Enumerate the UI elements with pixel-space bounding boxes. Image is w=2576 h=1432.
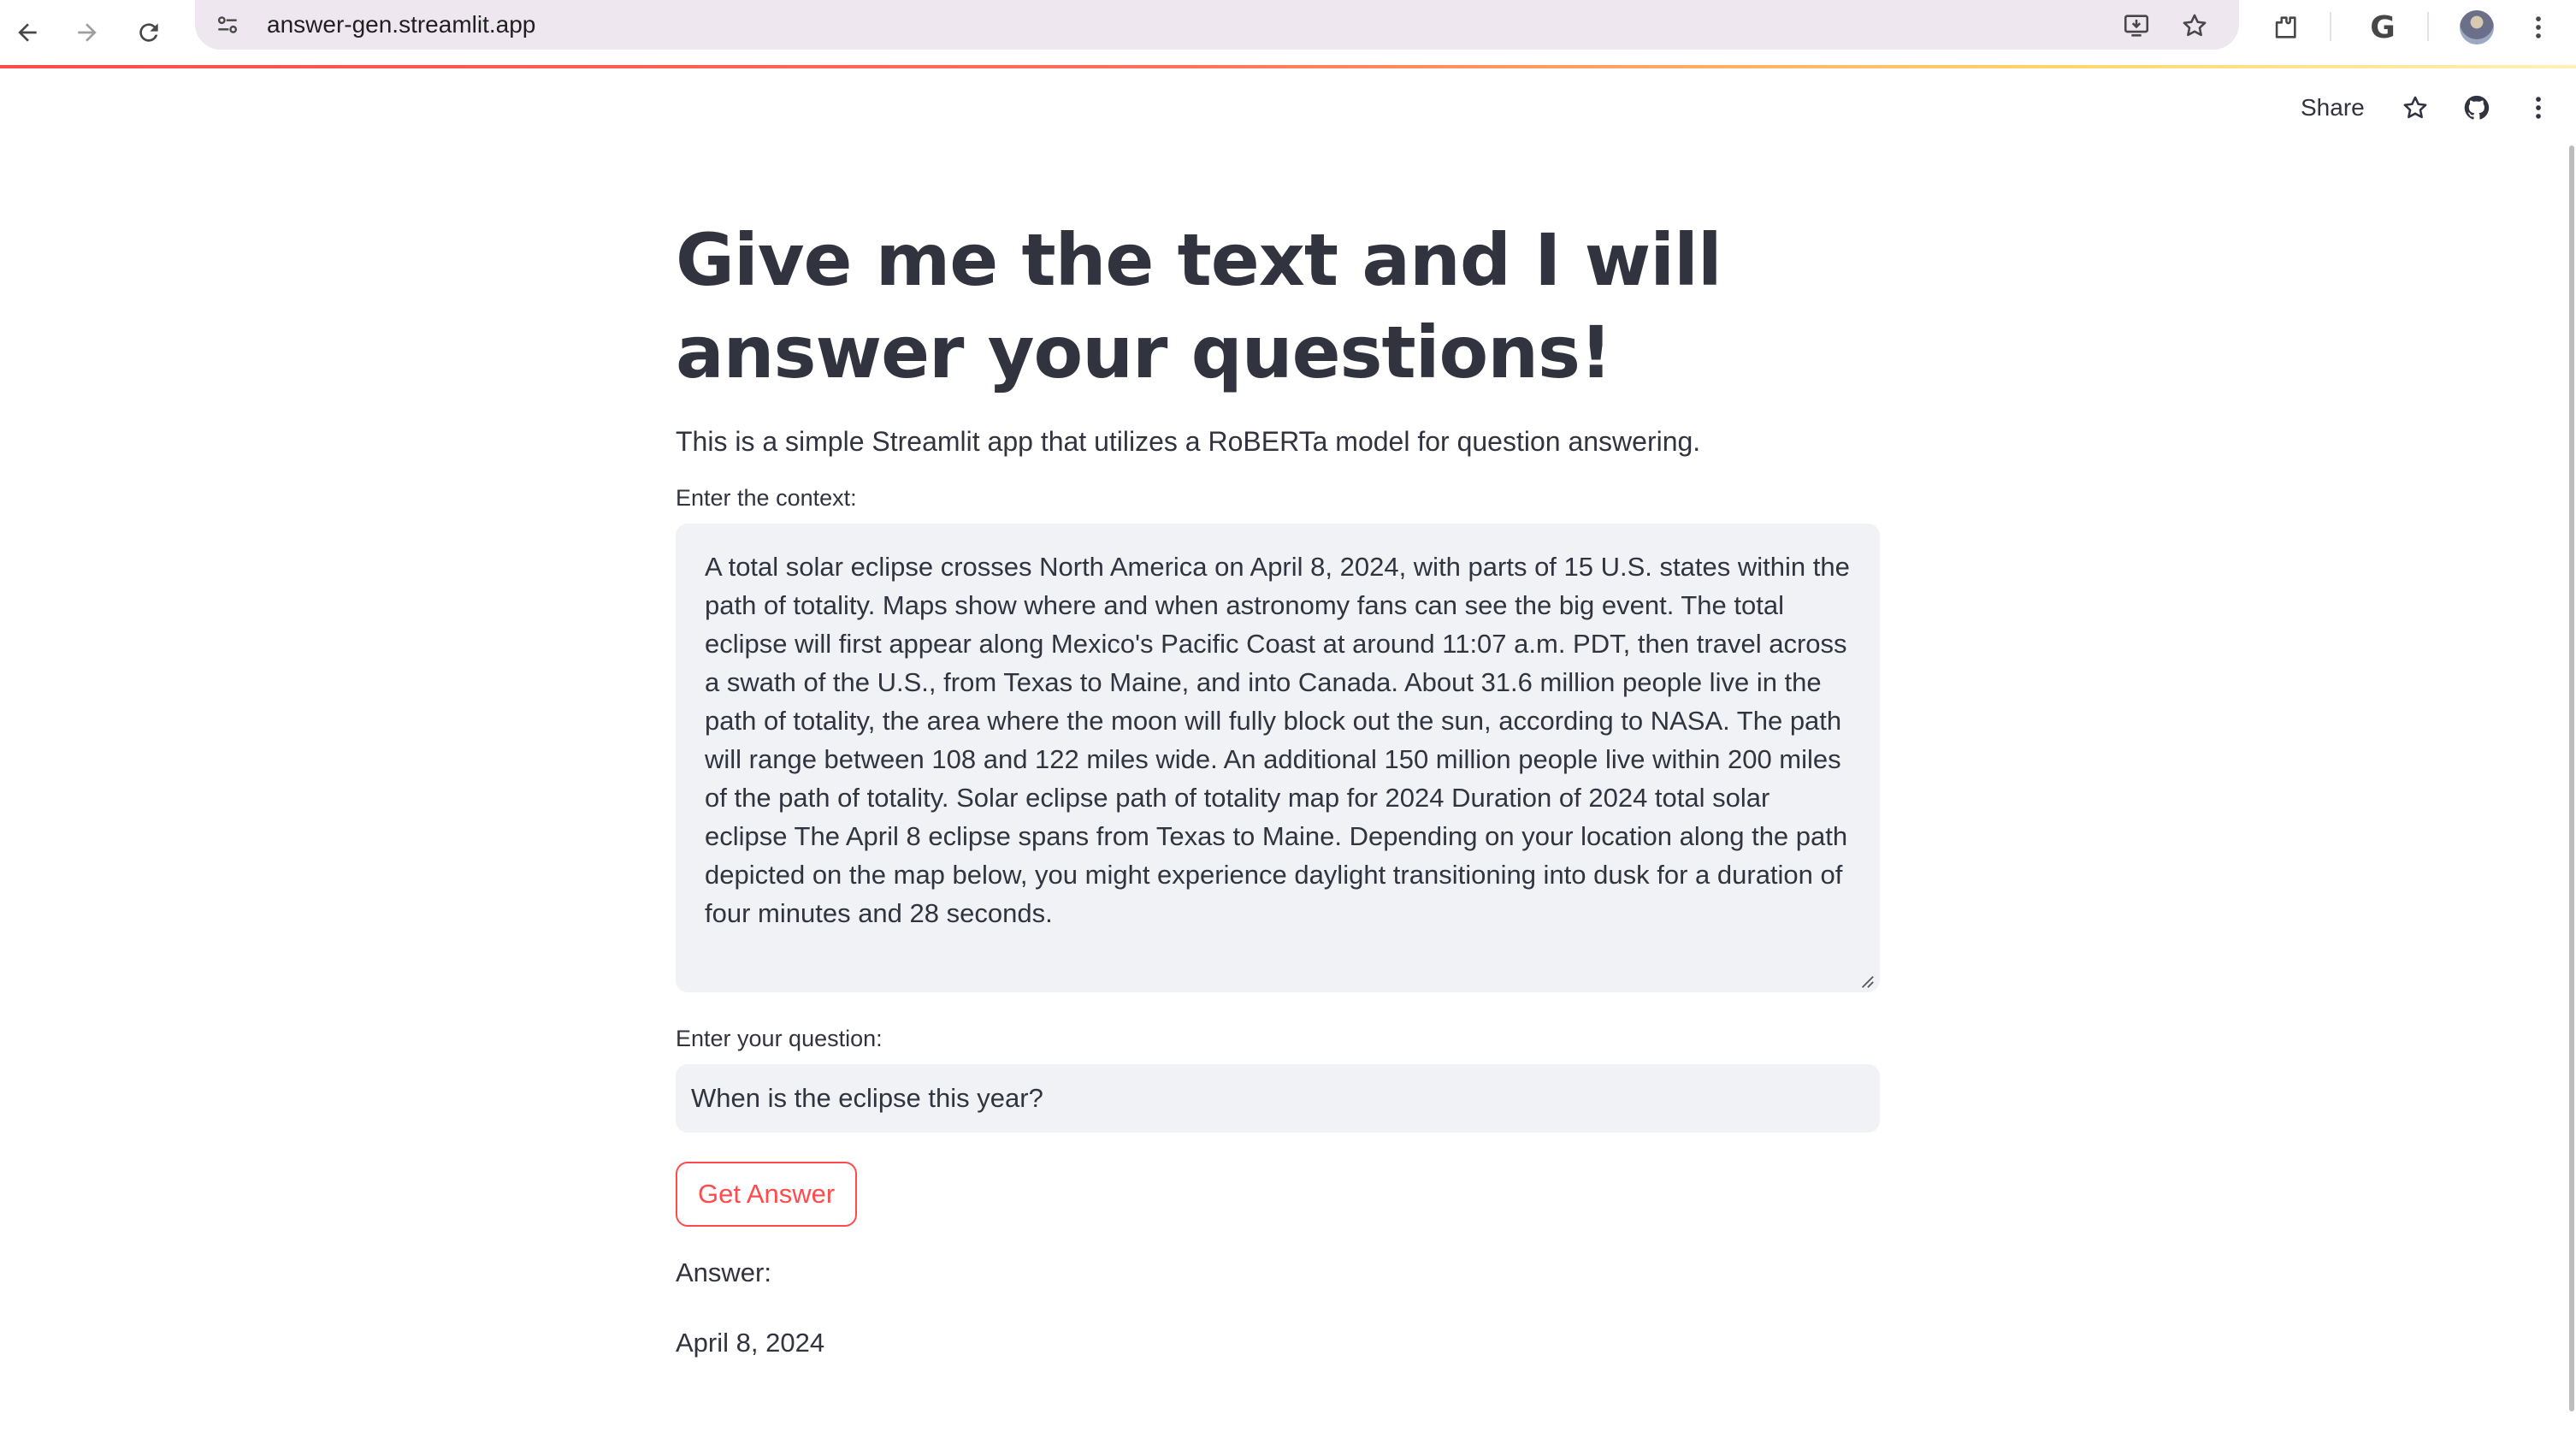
context-text[interactable]: A total solar eclipse crosses North Amer… (705, 552, 1857, 928)
forward-arrow-icon[interactable] (63, 9, 111, 56)
get-answer-button[interactable]: Get Answer (676, 1162, 858, 1227)
main-content: Give me the text and I will answer your … (676, 214, 1880, 1362)
star-icon[interactable] (2396, 89, 2434, 127)
url-text[interactable]: answer-gen.streamlit.app (267, 11, 535, 38)
context-label: Enter the context: (676, 485, 857, 511)
toolbar-divider (2427, 12, 2429, 41)
address-bar[interactable]: answer-gen.streamlit.app (195, 0, 2239, 50)
question-input[interactable]: When is the eclipse this year? (676, 1064, 1880, 1133)
install-app-icon[interactable] (2118, 7, 2155, 44)
github-icon[interactable] (2458, 89, 2496, 127)
streamlit-header: Share (0, 68, 2576, 145)
kebab-icon[interactable] (2518, 7, 2559, 48)
star-icon[interactable] (2176, 7, 2213, 44)
answer-value: April 8, 2024 (676, 1328, 825, 1358)
avatar[interactable] (2456, 7, 2497, 48)
resize-handle-icon[interactable] (1859, 973, 1875, 989)
toolbar-divider (2330, 12, 2331, 41)
google-account-button[interactable]: G (2362, 7, 2403, 48)
google-g-icon: G (2370, 9, 2396, 45)
back-arrow-icon[interactable] (3, 9, 51, 56)
page-title: Give me the text and I will answer your … (676, 218, 1722, 394)
page-subtitle: This is a simple Streamlit app that util… (676, 426, 1701, 457)
tune-icon[interactable] (204, 1, 251, 49)
context-textarea[interactable]: A total solar eclipse crosses North Amer… (676, 524, 1880, 992)
scrollbar-thumb[interactable] (2569, 145, 2574, 1411)
share-button[interactable]: Share (2301, 89, 2365, 127)
browser-toolbar: answer-gen.streamlit.app G (0, 0, 2576, 68)
reload-icon[interactable] (125, 9, 173, 56)
kebab-icon[interactable] (2520, 89, 2557, 127)
answer-label: Answer: (676, 1257, 771, 1287)
question-label: Enter your question: (676, 1026, 883, 1051)
puzzle-icon[interactable] (2265, 7, 2306, 48)
